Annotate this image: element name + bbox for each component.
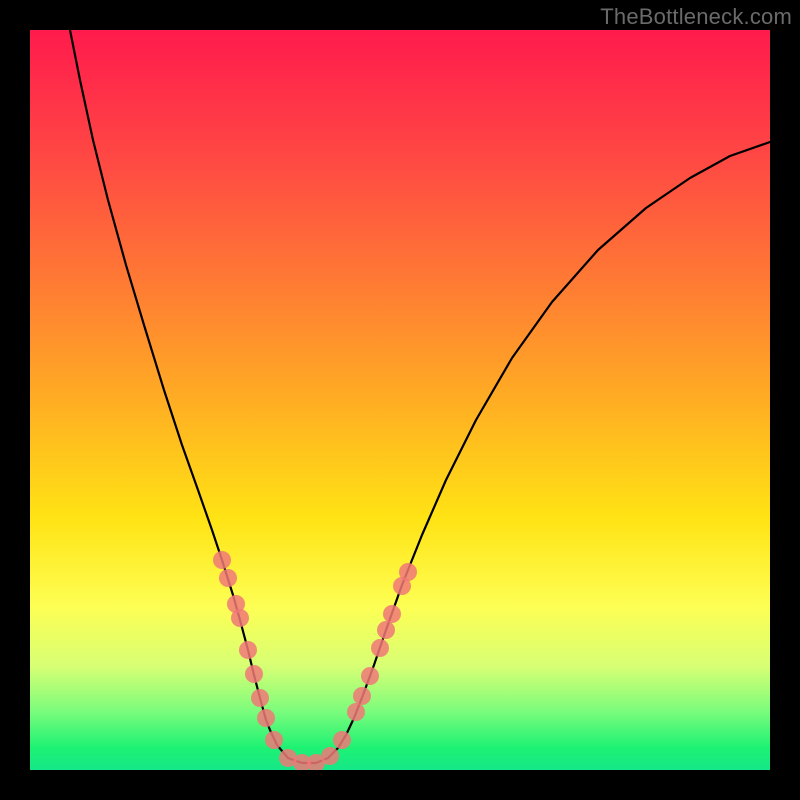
watermark-text: TheBottleneck.com [600, 4, 792, 30]
sample-dot [353, 687, 371, 705]
sample-dot [383, 605, 401, 623]
sample-dot [333, 731, 351, 749]
sample-dot [371, 639, 389, 657]
sample-dot [231, 609, 249, 627]
sample-dots [213, 551, 417, 770]
sample-dot [257, 709, 275, 727]
sample-dot [251, 689, 269, 707]
sample-dot [361, 667, 379, 685]
sample-dot [245, 665, 263, 683]
sample-dot [265, 731, 283, 749]
sample-dot [321, 747, 339, 765]
sample-dot [219, 569, 237, 587]
sample-dot [377, 621, 395, 639]
chart-frame: TheBottleneck.com [0, 0, 800, 800]
chart-svg [30, 30, 770, 770]
sample-dot [399, 563, 417, 581]
sample-dot [239, 641, 257, 659]
bottleneck-curve [70, 30, 770, 763]
sample-dot [347, 703, 365, 721]
sample-dot [213, 551, 231, 569]
plot-area [30, 30, 770, 770]
